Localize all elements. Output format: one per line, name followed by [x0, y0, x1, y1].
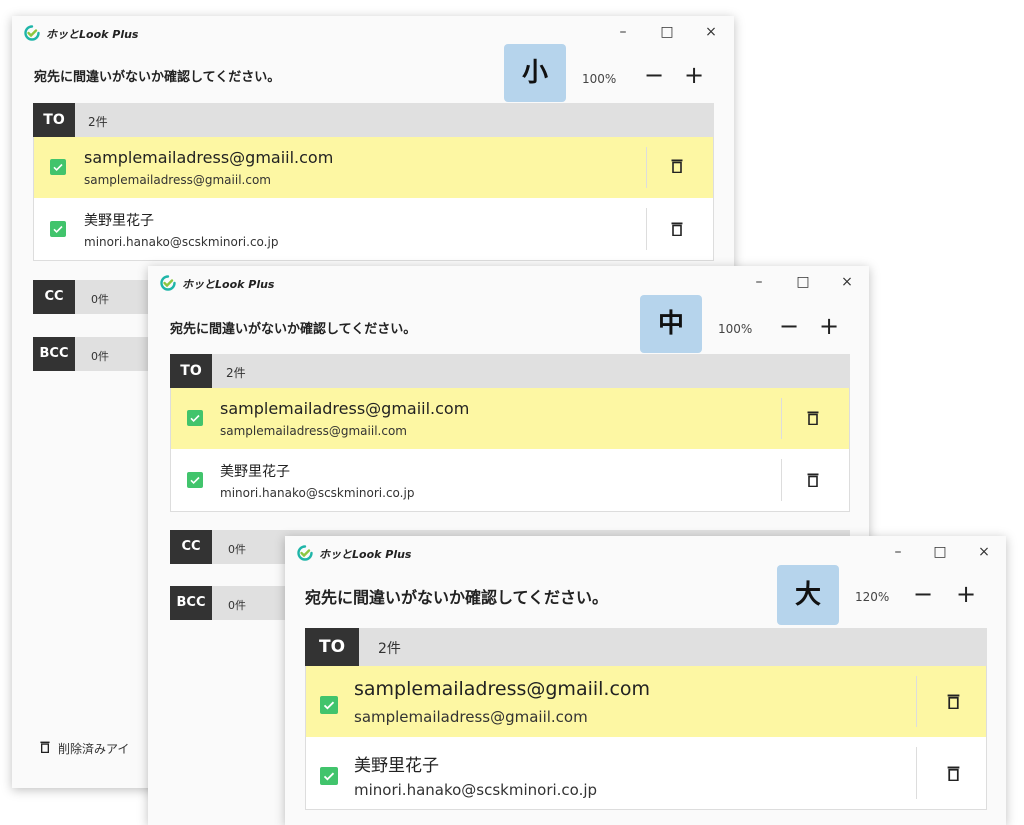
- confirm-message: 宛先に間違いがないか確認してください。: [170, 322, 417, 337]
- recipient-name: samplemailadress@gmaiil.com: [84, 148, 334, 167]
- recipient-name: samplemailadress@gmaiil.com: [354, 678, 651, 700]
- title-bar: ホッとLook Plus – □ ×: [148, 266, 869, 300]
- recipient-address: minori.hanako@scskminori.co.jp: [84, 235, 279, 249]
- app-logo-icon: [160, 275, 176, 291]
- section-label-to: TO: [305, 628, 359, 666]
- maximize-button[interactable]: □: [793, 273, 813, 291]
- maximize-button[interactable]: □: [930, 543, 950, 561]
- zoom-out-button[interactable]: −: [912, 582, 934, 606]
- window-large: ホッとLook Plus – □ × 宛先に間違いがないか確認してください。 大…: [285, 536, 1006, 825]
- row-divider: [916, 676, 917, 727]
- trash-icon[interactable]: [671, 159, 683, 173]
- recipient-name: 美野里花子: [220, 464, 290, 480]
- close-button[interactable]: ×: [974, 543, 994, 561]
- maximize-button[interactable]: □: [657, 23, 677, 41]
- section-label-bcc: BCC: [33, 337, 75, 371]
- recipient-row[interactable]: 美野里花子 minori.hanako@scskminori.co.jp: [33, 198, 714, 261]
- recipient-address: minori.hanako@scskminori.co.jp: [220, 486, 415, 500]
- app-name: ホッとLook Plus: [319, 548, 412, 561]
- trash-icon[interactable]: [671, 222, 683, 236]
- section-count-cc: 0件: [228, 543, 246, 556]
- zoom-out-button[interactable]: −: [643, 63, 665, 87]
- zoom-in-button[interactable]: +: [955, 582, 977, 606]
- close-button[interactable]: ×: [701, 23, 721, 41]
- recipient-row[interactable]: samplemailadress@gmaiil.com samplemailad…: [305, 666, 987, 738]
- size-badge: 中: [640, 295, 702, 353]
- recipient-row[interactable]: 美野里花子 minori.hanako@scskminori.co.jp: [170, 449, 850, 512]
- recipient-address: samplemailadress@gmaiil.com: [84, 173, 271, 187]
- trash-icon: [40, 741, 50, 753]
- row-divider: [781, 398, 782, 439]
- row-divider: [646, 208, 647, 250]
- app-logo-icon: [297, 545, 313, 561]
- minimize-button[interactable]: –: [749, 273, 769, 291]
- row-divider: [646, 147, 647, 188]
- checkbox-checked-icon[interactable]: [50, 221, 66, 237]
- recipient-row[interactable]: samplemailadress@gmaiil.com samplemailad…: [170, 388, 850, 450]
- section-count-to: 2件: [378, 641, 401, 657]
- section-count-cc: 0件: [91, 293, 109, 306]
- section-count-bcc: 0件: [228, 599, 246, 612]
- recipient-address: samplemailadress@gmaiil.com: [220, 424, 407, 438]
- trash-icon[interactable]: [947, 694, 960, 709]
- zoom-in-button[interactable]: +: [683, 63, 705, 87]
- section-label-cc: CC: [33, 280, 75, 314]
- zoom-level: 100%: [718, 322, 753, 336]
- size-badge: 大: [777, 565, 839, 625]
- title-bar: ホッとLook Plus – □ ×: [285, 536, 1006, 570]
- zoom-level: 120%: [855, 590, 890, 604]
- recipient-address: minori.hanako@scskminori.co.jp: [354, 781, 598, 799]
- recipient-row[interactable]: 美野里花子 minori.hanako@scskminori.co.jp: [305, 737, 987, 810]
- deleted-items-button[interactable]: 削除済みアイ: [58, 740, 129, 757]
- row-divider: [781, 459, 782, 501]
- checkbox-checked-icon[interactable]: [50, 159, 66, 175]
- size-badge: 小: [504, 44, 566, 102]
- section-label-to: TO: [33, 103, 75, 137]
- section-label-bcc: BCC: [170, 586, 212, 620]
- checkbox-checked-icon[interactable]: [320, 696, 338, 714]
- section-count-bcc: 0件: [91, 350, 109, 363]
- section-header-to: TO 2件: [170, 354, 850, 388]
- recipient-row[interactable]: samplemailadress@gmaiil.com samplemailad…: [33, 137, 714, 199]
- close-button[interactable]: ×: [837, 273, 857, 291]
- section-count-to: 2件: [226, 366, 246, 380]
- minimize-button[interactable]: –: [613, 23, 633, 41]
- trash-icon[interactable]: [807, 473, 819, 487]
- row-divider: [916, 747, 917, 799]
- confirm-message: 宛先に間違いがないか確認してください。: [34, 70, 281, 85]
- app-logo-icon: [24, 25, 40, 41]
- recipient-name: 美野里花子: [84, 213, 154, 229]
- checkbox-checked-icon[interactable]: [187, 410, 203, 426]
- trash-icon[interactable]: [807, 411, 819, 425]
- recipient-address: samplemailadress@gmaiil.com: [354, 708, 588, 726]
- title-bar: ホッとLook Plus – □ ×: [12, 16, 734, 50]
- section-count-to: 2件: [88, 115, 108, 129]
- confirm-message: 宛先に間違いがないか確認してください。: [305, 588, 609, 607]
- section-header-to: TO 2件: [33, 103, 714, 137]
- section-header-to: TO 2件: [305, 628, 987, 666]
- app-name: ホッとLook Plus: [182, 278, 275, 291]
- recipient-name: samplemailadress@gmaiil.com: [220, 399, 470, 418]
- zoom-level: 100%: [582, 72, 617, 86]
- trash-icon[interactable]: [947, 766, 960, 781]
- zoom-out-button[interactable]: −: [778, 314, 800, 338]
- minimize-button[interactable]: –: [888, 543, 908, 561]
- checkbox-checked-icon[interactable]: [187, 472, 203, 488]
- checkbox-checked-icon[interactable]: [320, 767, 338, 785]
- recipient-name: 美野里花子: [354, 756, 439, 776]
- section-label-to: TO: [170, 354, 212, 388]
- section-label-cc: CC: [170, 530, 212, 564]
- zoom-in-button[interactable]: +: [818, 314, 840, 338]
- app-name: ホッとLook Plus: [46, 28, 139, 41]
